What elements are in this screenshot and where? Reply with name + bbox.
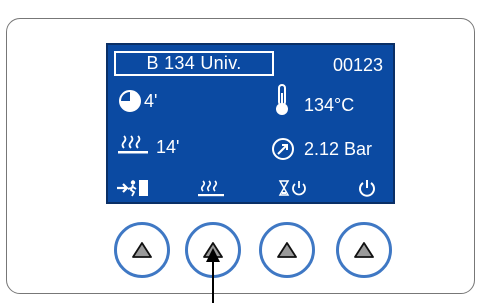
- soft-key-4-button[interactable]: [336, 222, 392, 278]
- program-name: B 134 Univ.: [114, 51, 274, 76]
- gauge-icon: [272, 138, 294, 160]
- cycle-counter: 00123: [332, 55, 383, 75]
- timer-power-icon: [278, 180, 306, 196]
- triangle-up-icon: [354, 242, 374, 258]
- time-value: 4': [144, 91, 158, 111]
- pie-clock-icon: [119, 90, 141, 112]
- drying-time-value: 14': [156, 137, 180, 157]
- lcd-display: B 134 Univ. 00123 4' 134°C 14' 2.12 Bar: [106, 43, 395, 204]
- pressure-value: 2.12 Bar: [304, 139, 373, 159]
- thermometer-icon: [276, 84, 288, 115]
- exit-icon: [117, 180, 148, 197]
- soft-key-1-button[interactable]: [114, 222, 170, 278]
- temperature-value: 134°C: [304, 95, 355, 115]
- steam-icon: [118, 135, 148, 154]
- pointer-arrow-icon: [206, 248, 220, 303]
- triangle-up-icon: [132, 242, 152, 258]
- triangle-up-icon: [277, 242, 297, 258]
- steam-icon: [198, 180, 224, 197]
- soft-key-3-button[interactable]: [259, 222, 315, 278]
- power-icon: [359, 180, 375, 197]
